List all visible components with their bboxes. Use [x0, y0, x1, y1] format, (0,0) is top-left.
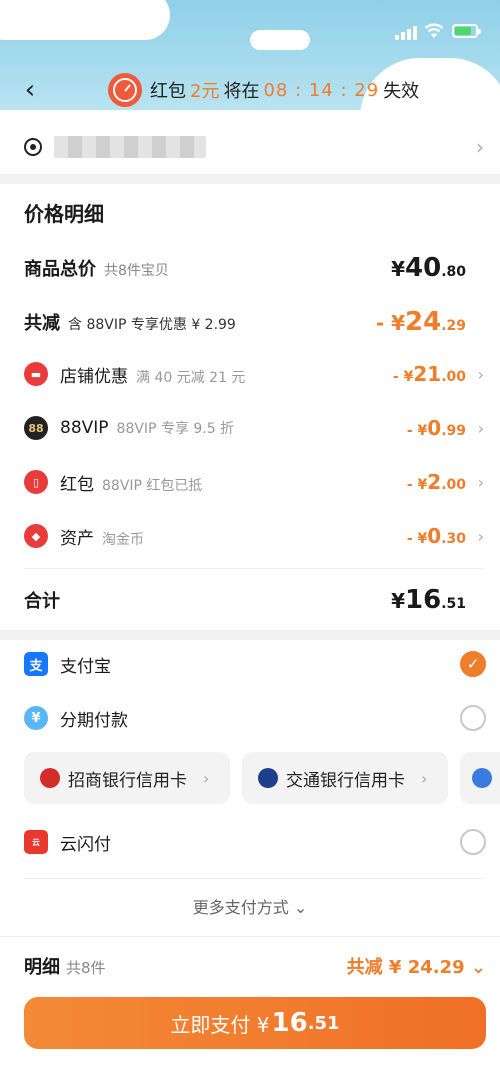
discount-amount: - ¥21.00: [392, 362, 466, 386]
discount-amount: - ¥2.00: [406, 470, 466, 494]
cloud-decoration: [0, 110, 500, 120]
discount-note: 88VIP 红包已抵: [102, 477, 203, 494]
payment-methods-card: 支 支付宝 ✓ ¥ 分期付款 招商银行信用卡 › 交通银行信用卡 › 云 云闪付…: [0, 640, 500, 936]
battery-icon: [452, 24, 481, 38]
radio-unchecked[interactable]: [460, 829, 486, 855]
divider: [24, 568, 484, 569]
redpacket-countdown: 08 : 14 : 29: [263, 79, 380, 101]
discount-label: 88VIP: [60, 418, 109, 438]
total-reduction-note: 含 88VIP 专享优惠 ¥ 2.99: [68, 317, 236, 333]
discount-row-asset[interactable]: ◆ 资产 淘金币 - ¥0.30 ›: [0, 516, 500, 556]
payment-option-unionpay[interactable]: 云 云闪付: [0, 822, 500, 862]
redpacket-amount: 2元: [190, 81, 220, 102]
chevron-right-icon: ›: [477, 418, 484, 438]
total-reduction-amount: - ¥24.29: [375, 307, 466, 337]
discount-amount: - ¥0.99: [406, 416, 466, 440]
discount-label: 店铺优惠: [60, 366, 128, 387]
more-payment-methods[interactable]: 更多支付方式 ⌄: [0, 894, 500, 918]
goods-total-row: 商品总价 共8件宝贝 ¥40.80: [0, 248, 500, 288]
bank-card-more[interactable]: [460, 752, 500, 804]
pay-amount-int: 16: [271, 1008, 308, 1038]
pay-button-label: 立即支付 ¥: [170, 1012, 270, 1037]
discount-row-shop[interactable]: ▬ 店铺优惠满 40 元减 21 元 - ¥21.00 ›: [0, 354, 500, 394]
asset-tag-icon: ◆: [24, 524, 48, 548]
88vip-icon: 88: [24, 416, 48, 440]
discount-note: 88VIP 专享 9.5 折: [116, 421, 235, 437]
grand-total-amount: ¥16.51: [391, 585, 466, 615]
grand-total-label: 合计: [24, 591, 60, 612]
shop-coupon-icon: ▬: [24, 362, 48, 386]
discount-label: 红包: [60, 474, 94, 495]
price-details-card: 价格明细 商品总价 共8件宝贝 ¥40.80 共减含 88VIP 专享优惠 ¥ 2…: [0, 184, 500, 630]
alarm-clock-icon: [108, 73, 142, 107]
discount-note: 满 40 元减 21 元: [136, 369, 246, 386]
pay-now-button[interactable]: 立即支付 ¥ 16 .51: [24, 997, 486, 1049]
address-row[interactable]: ›: [0, 120, 500, 174]
payment-option-installment[interactable]: ¥ 分期付款: [0, 698, 500, 738]
bank-card-label: 招商银行信用卡: [68, 770, 187, 791]
payment-option-alipay[interactable]: 支 支付宝 ✓: [0, 644, 500, 684]
chevron-right-icon: ›: [477, 472, 484, 492]
detail-count: 共8件: [66, 959, 106, 977]
radio-checked[interactable]: ✓: [460, 651, 486, 677]
discount-note: 淘金币: [102, 531, 144, 548]
discount-amount: - ¥0.30: [406, 524, 466, 548]
status-time: 15:4: [44, 22, 93, 43]
back-chevron-icon[interactable]: ‹: [16, 76, 44, 104]
redpacket-icon: ▯: [24, 470, 48, 494]
detail-total-reduction[interactable]: 共减 ¥ 24.29 ⌄: [347, 953, 486, 979]
goods-total-label: 商品总价: [24, 259, 96, 280]
discount-row-88vip[interactable]: 88 88VIP 88VIP 专享 9.5 折 - ¥0.99 ›: [0, 408, 500, 448]
redpacket-countdown-banner: 红包 2元 将在 08 : 14 : 29 失效: [108, 72, 419, 108]
chevron-right-icon: ›: [421, 768, 428, 788]
payment-label: 支付宝: [60, 656, 111, 677]
cmb-bank-icon: [40, 768, 60, 788]
redpacket-suffix: 失效: [383, 81, 420, 102]
detail-label: 明细: [24, 957, 60, 978]
payment-label: 分期付款: [60, 710, 128, 731]
chevron-right-icon: ›: [476, 135, 484, 159]
bank-icon: [472, 768, 492, 788]
detail-toggle[interactable]: 明细 共8件: [24, 953, 106, 979]
location-pin-icon: [24, 138, 42, 156]
radio-unchecked[interactable]: [460, 705, 486, 731]
installment-icon: ¥: [24, 706, 48, 730]
signal-icon: [395, 24, 419, 40]
bank-card-label: 交通银行信用卡: [286, 770, 405, 791]
grand-total-row: 合计 ¥16.51: [0, 580, 500, 620]
status-bar: 15:4: [0, 18, 500, 48]
header: 15:4 ‹ 红包 2元 将在 08 : 14 : 29 失效: [0, 0, 500, 120]
goods-total-amount: ¥40.80: [391, 253, 466, 283]
price-details-title: 价格明细: [24, 202, 104, 226]
unionpay-icon: 云: [24, 830, 48, 854]
chevron-right-icon: ›: [477, 526, 484, 546]
wifi-icon: [424, 23, 444, 38]
redpacket-middle: 将在: [223, 81, 260, 102]
discount-row-redpacket[interactable]: ▯ 红包 88VIP 红包已抵 - ¥2.00 ›: [0, 462, 500, 502]
goods-count: 共8件宝贝: [104, 263, 169, 279]
chevron-right-icon: ›: [203, 768, 210, 788]
chevron-right-icon: ›: [477, 364, 484, 384]
alipay-icon: 支: [24, 652, 48, 676]
total-reduction-row: 共减含 88VIP 专享优惠 ¥ 2.99 - ¥24.29: [0, 302, 500, 342]
address-text-redacted: [54, 136, 206, 158]
bank-card-bocom[interactable]: 交通银行信用卡 ›: [242, 752, 448, 804]
divider: [24, 878, 484, 879]
redpacket-prefix: 红包: [150, 81, 186, 102]
payment-label: 云闪付: [60, 834, 111, 855]
bank-card-cmb[interactable]: 招商银行信用卡 ›: [24, 752, 230, 804]
discount-label: 资产: [60, 528, 94, 549]
pay-amount-dec: .51: [307, 1012, 340, 1034]
checkout-bar: 明细 共8件 共减 ¥ 24.29 ⌄ 立即支付 ¥ 16 .51: [0, 936, 500, 1065]
bocom-bank-icon: [258, 768, 278, 788]
total-reduction-label: 共减: [24, 313, 60, 334]
